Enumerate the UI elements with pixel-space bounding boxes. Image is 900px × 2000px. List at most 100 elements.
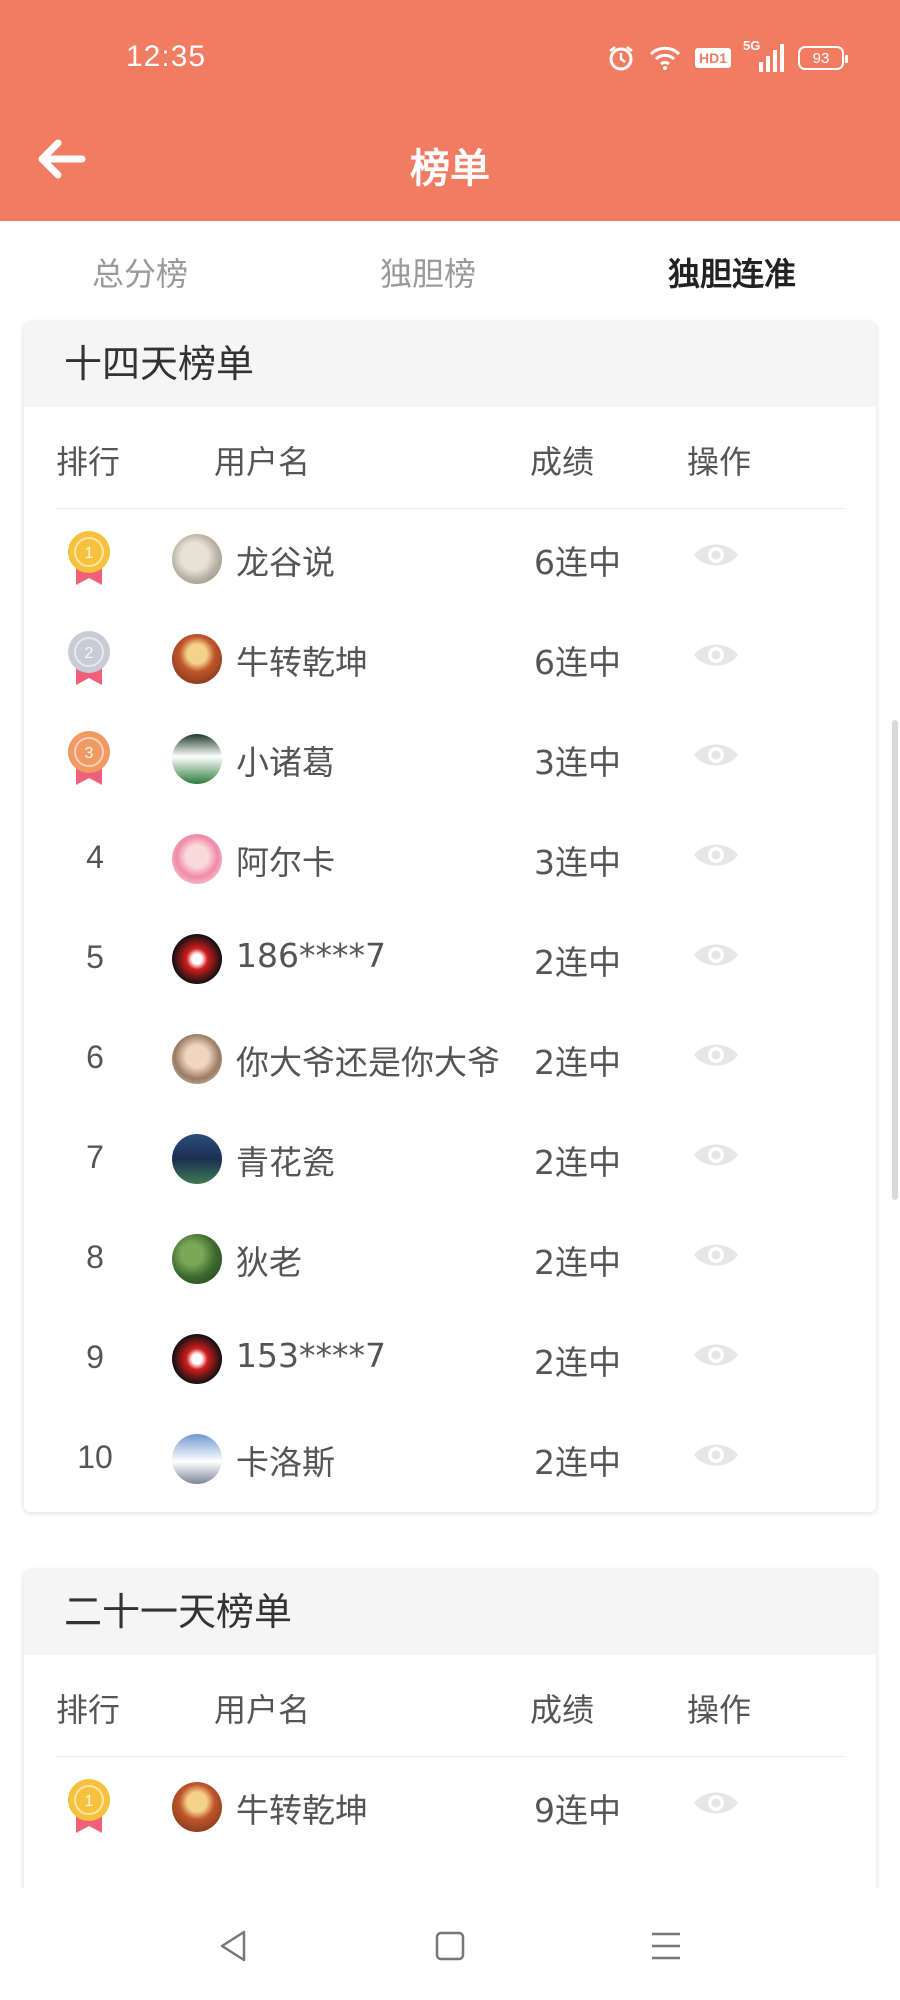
column-header: 排行 用户名 成绩 操作 (24, 1655, 876, 1757)
rank-number: 6 (86, 1039, 104, 1075)
triangle-back-icon (220, 1930, 246, 1962)
ranking-row: 10 卡洛斯 2连中 (24, 1409, 876, 1509)
page-title: 榜单 (410, 146, 490, 192)
ranking-row: 8 狄老 2连中 (24, 1209, 876, 1309)
system-nav-bar (0, 1888, 900, 2000)
status-icons: HD1 5G 93 (607, 38, 848, 72)
username: 狄老 (236, 1243, 302, 1282)
user-avatar (172, 934, 222, 984)
nav-home-button[interactable] (430, 1926, 470, 1966)
view-eye-icon[interactable] (692, 539, 740, 571)
svg-text:3: 3 (85, 745, 94, 762)
column-score: 成绩 (530, 443, 595, 481)
user-avatar (172, 1134, 222, 1184)
streak-score: 9连中 (534, 1791, 621, 1830)
ranking-row: 1 牛转乾坤 9连中 (24, 1757, 876, 1857)
ranking-list: 1 牛转乾坤 9连中 (24, 1757, 876, 1857)
streak-score: 2连中 (534, 1143, 621, 1182)
signal-icon: 5G (743, 38, 784, 72)
board-14-day: 十四天榜单 排行 用户名 成绩 操作 1 龙谷说 6连中 2 牛转乾坤 6连中 3 … (24, 322, 876, 1512)
network-label: 5G (743, 38, 761, 53)
ranking-row: 6 你大爷还是你大爷 2连中 (24, 1009, 876, 1109)
svg-text:1: 1 (85, 545, 94, 562)
square-home-icon (435, 1931, 465, 1961)
menu-lines-icon (652, 1932, 680, 1960)
ranking-row: 5 186****7 2连中 (24, 909, 876, 1009)
gold-medal-icon: 1 (64, 527, 114, 591)
svg-text:2: 2 (85, 645, 94, 662)
rank-number: 5 (86, 939, 104, 975)
ranking-row: 7 青花瓷 2连中 (24, 1109, 876, 1209)
streak-score: 6连中 (534, 643, 621, 682)
user-avatar (172, 1434, 222, 1484)
ranking-row: 9 153****7 2连中 (24, 1309, 876, 1409)
view-eye-icon[interactable] (692, 939, 740, 971)
tab-bar: 总分榜 独胆榜 独胆连准 (0, 221, 900, 321)
streak-score: 3连中 (534, 843, 621, 882)
ranking-list: 1 龙谷说 6连中 2 牛转乾坤 6连中 3 小诸葛 3连中 4 阿尔卡 3连中 5 186… (24, 509, 876, 1509)
view-eye-icon[interactable] (692, 1339, 740, 1371)
streak-score: 2连中 (534, 1243, 621, 1282)
view-eye-icon[interactable] (692, 739, 740, 771)
view-eye-icon[interactable] (692, 839, 740, 871)
username: 青花瓷 (236, 1143, 335, 1182)
rank-number: 8 (86, 1239, 104, 1275)
rank-number: 10 (77, 1439, 113, 1475)
column-username: 用户名 (214, 1691, 311, 1729)
streak-score: 2连中 (534, 943, 621, 982)
username: 牛转乾坤 (236, 643, 368, 682)
gold-medal-icon: 1 (64, 1775, 114, 1839)
column-username: 用户名 (214, 443, 311, 481)
column-header: 排行 用户名 成绩 操作 (24, 407, 876, 509)
username: 卡洛斯 (236, 1443, 335, 1482)
username: 你大爷还是你大爷 (236, 1043, 500, 1082)
streak-score: 2连中 (534, 1443, 621, 1482)
svg-text:1: 1 (85, 1793, 94, 1810)
view-eye-icon[interactable] (692, 1139, 740, 1171)
user-avatar (172, 734, 222, 784)
alarm-icon (607, 44, 635, 72)
tab-single-pick-streak[interactable]: 独胆连准 (668, 249, 796, 295)
user-avatar (172, 534, 222, 584)
streak-score: 2连中 (534, 1343, 621, 1382)
user-avatar (172, 1034, 222, 1084)
view-eye-icon[interactable] (692, 1039, 740, 1071)
view-eye-icon[interactable] (692, 1787, 740, 1819)
streak-score: 6连中 (534, 543, 621, 582)
user-avatar (172, 634, 222, 684)
ranking-row: 1 龙谷说 6连中 (24, 509, 876, 609)
username: 小诸葛 (236, 743, 335, 782)
tab-single-pick[interactable]: 独胆榜 (380, 249, 476, 295)
nav-menu-button[interactable] (646, 1926, 686, 1966)
username: 阿尔卡 (236, 843, 335, 882)
user-avatar (172, 1782, 222, 1832)
view-eye-icon[interactable] (692, 1239, 740, 1271)
username: 牛转乾坤 (236, 1791, 368, 1830)
ranking-row: 3 小诸葛 3连中 (24, 709, 876, 809)
rank-number: 4 (86, 839, 104, 875)
user-avatar (172, 834, 222, 884)
ranking-row: 2 牛转乾坤 6连中 (24, 609, 876, 709)
nav-back-button[interactable] (214, 1926, 254, 1966)
rank-number: 9 (86, 1339, 104, 1375)
streak-score: 2连中 (534, 1043, 621, 1082)
app-header: 12:35 HD1 5G 93 榜单 (0, 0, 900, 221)
column-score: 成绩 (530, 1691, 595, 1729)
view-eye-icon[interactable] (692, 1439, 740, 1471)
user-avatar (172, 1334, 222, 1384)
user-avatar (172, 1234, 222, 1284)
scrollbar[interactable] (892, 720, 898, 1200)
wifi-icon (649, 46, 681, 70)
status-bar: 12:35 HD1 5G 93 (0, 0, 900, 120)
board-title: 二十一天榜单 (24, 1570, 876, 1655)
streak-score: 3连中 (534, 743, 621, 782)
view-eye-icon[interactable] (692, 639, 740, 671)
username: 186****7 (236, 936, 386, 975)
username: 153****7 (236, 1336, 386, 1375)
tab-total-score[interactable]: 总分榜 (92, 249, 188, 295)
column-action: 操作 (687, 443, 752, 481)
rank-number: 7 (86, 1139, 104, 1175)
column-rank: 排行 (56, 1691, 121, 1729)
battery-icon: 93 (798, 46, 848, 70)
hd-badge: HD1 (694, 48, 731, 68)
